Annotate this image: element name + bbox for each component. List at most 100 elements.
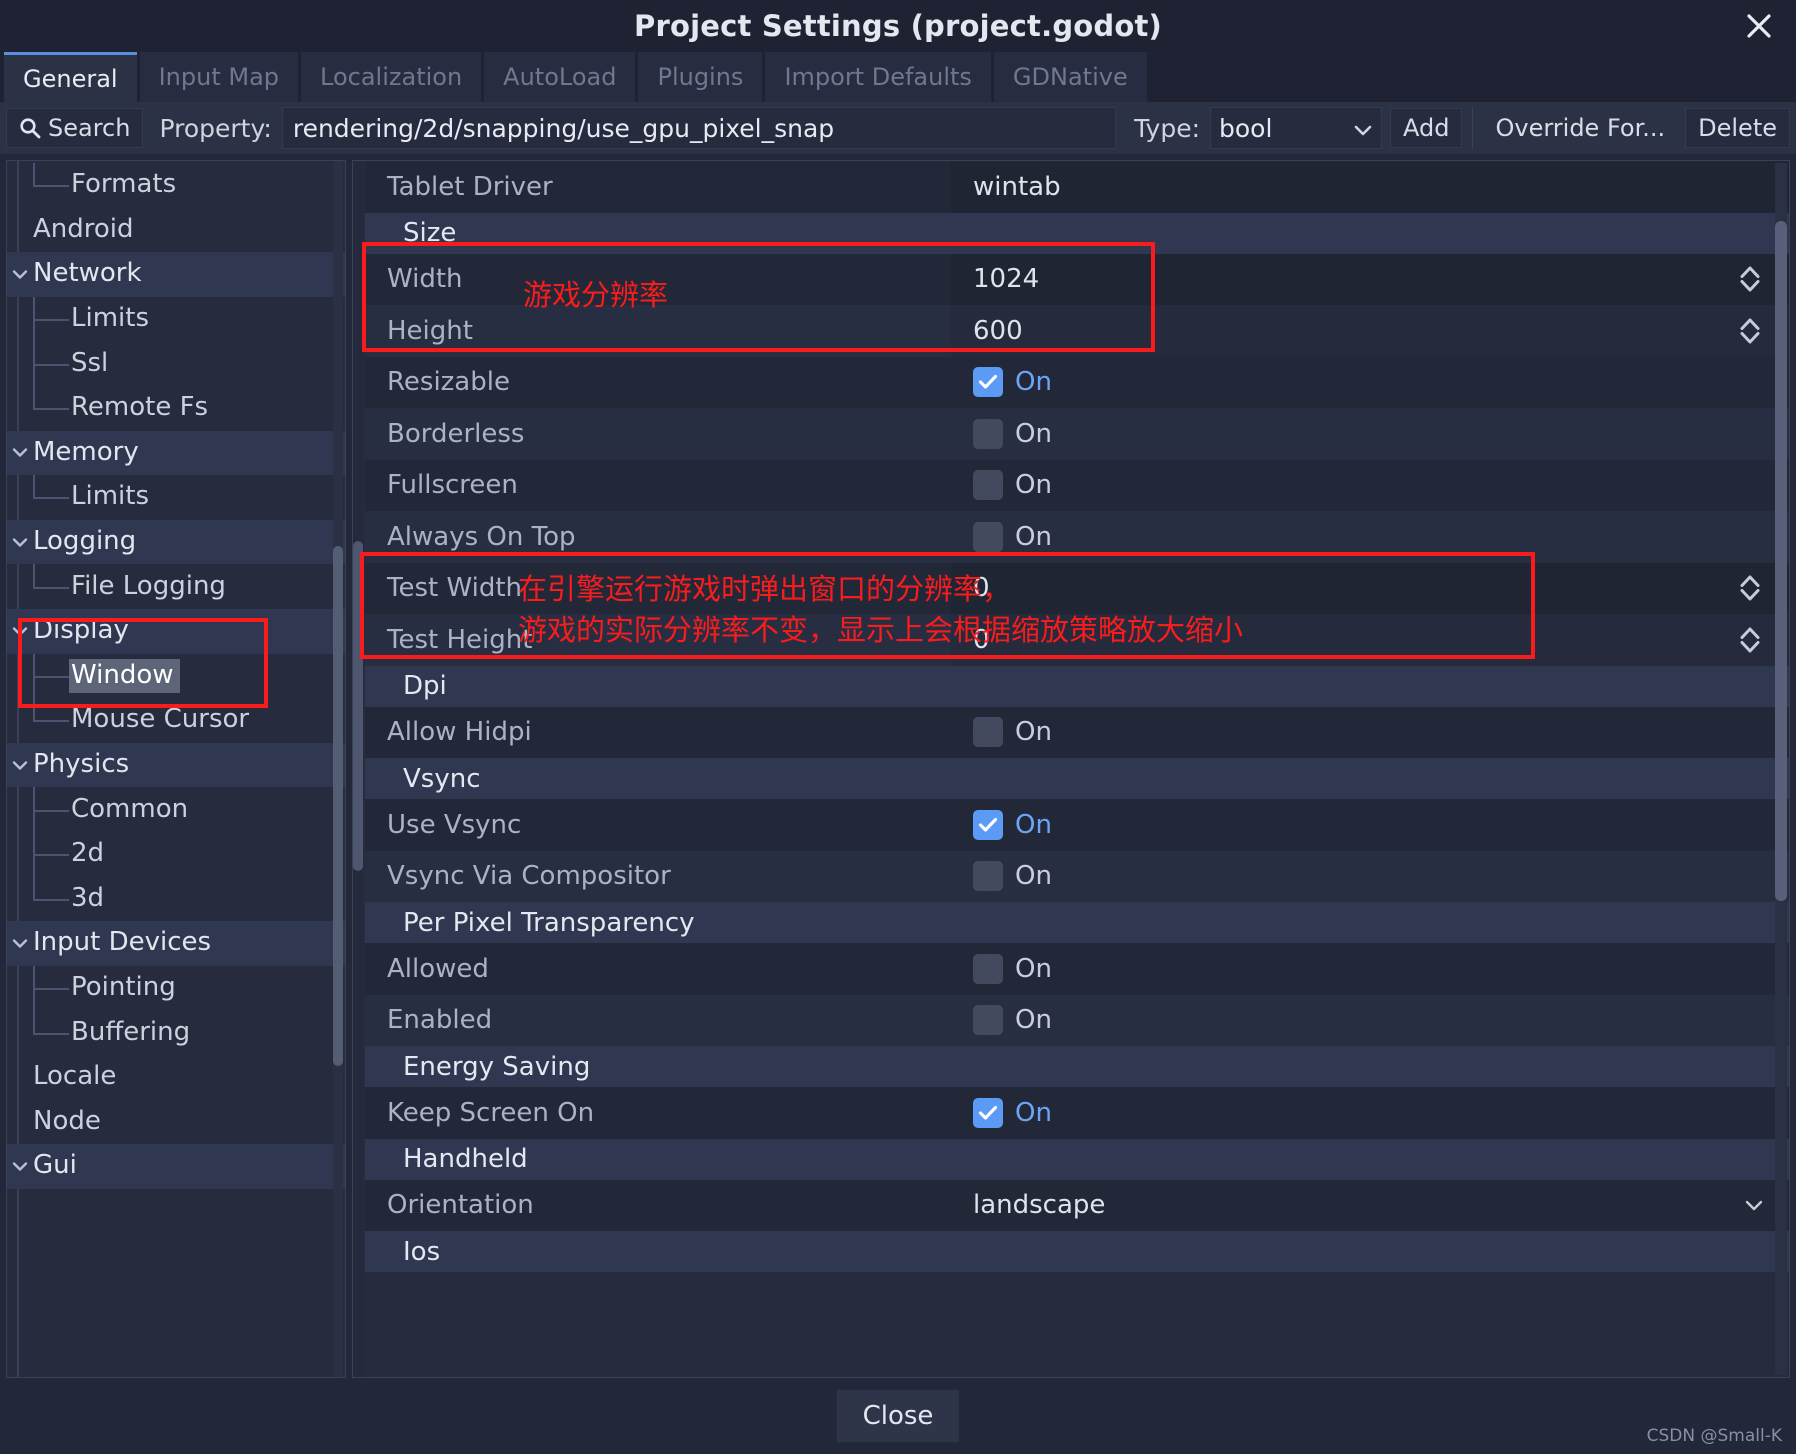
property-inner-scroll-thumb[interactable] — [353, 541, 363, 871]
checkbox-unchecked-icon[interactable] — [973, 953, 1003, 984]
checkbox-unchecked-icon[interactable] — [973, 717, 1003, 748]
property-value-cell[interactable]: landscape — [951, 1179, 1789, 1231]
spinner-updown-icon[interactable] — [1735, 313, 1765, 349]
chevron-down-icon[interactable] — [1743, 1198, 1765, 1212]
property-value-cell[interactable]: 1024 — [951, 253, 1789, 305]
checkbox-unchecked-icon[interactable] — [973, 1005, 1003, 1036]
property-row[interactable]: Enabled On — [365, 994, 1789, 1046]
delete-button[interactable]: Delete — [1685, 108, 1790, 148]
chevron-down-icon[interactable] — [7, 625, 33, 638]
sidebar-item-display[interactable]: Display — [7, 608, 345, 654]
type-select[interactable]: bool — [1210, 107, 1383, 149]
chevron-down-icon[interactable] — [7, 1160, 33, 1173]
chevron-down-icon[interactable] — [7, 937, 33, 950]
sidebar-item-2d[interactable]: 2d — [7, 831, 345, 877]
property-value-cell[interactable]: On — [951, 994, 1789, 1046]
property-row[interactable]: Orientation landscape — [365, 1179, 1789, 1231]
checkbox-unchecked-icon[interactable] — [973, 470, 1003, 501]
tab-localization[interactable]: Localization — [301, 52, 482, 102]
checkbox-unchecked-icon[interactable] — [973, 418, 1003, 449]
property-row[interactable]: Allow Hidpi On — [365, 706, 1789, 758]
spinner-updown-icon[interactable] — [1735, 570, 1765, 606]
property-row[interactable]: Use Vsync On — [365, 799, 1789, 851]
property-value-cell[interactable]: On — [951, 799, 1789, 851]
property-row[interactable]: Test Height 0 — [365, 614, 1789, 666]
sidebar-item-locale[interactable]: Locale — [7, 1055, 345, 1100]
search-button[interactable]: Search — [6, 108, 144, 148]
chevron-down-icon[interactable] — [7, 759, 33, 772]
property-row[interactable]: Tablet Driver wintab — [365, 161, 1789, 213]
tab-input-map[interactable]: Input Map — [139, 52, 299, 102]
tab-import-defaults[interactable]: Import Defaults — [765, 52, 991, 102]
sidebar-scrollbar-thumb[interactable] — [333, 546, 343, 1066]
chevron-down-icon[interactable] — [7, 446, 33, 459]
property-value-cell[interactable]: On — [951, 850, 1789, 902]
property-value-cell[interactable]: On — [951, 943, 1789, 995]
tab-general[interactable]: General — [4, 52, 137, 102]
sidebar-item-window[interactable]: Window — [7, 653, 345, 699]
sidebar-item-mouse-cursor[interactable]: Mouse Cursor — [7, 698, 345, 743]
sidebar-item-buffering[interactable]: Buffering — [7, 1010, 345, 1055]
property-row[interactable]: Height 600 — [365, 305, 1789, 357]
checkbox-checked-icon[interactable] — [973, 809, 1003, 840]
checkbox-checked-icon[interactable] — [973, 367, 1003, 398]
property-value-cell[interactable]: 600 — [951, 305, 1789, 357]
close-x-icon[interactable] — [1742, 9, 1776, 43]
checkbox-unchecked-icon[interactable] — [973, 521, 1003, 552]
override-for-button[interactable]: Override For... — [1483, 108, 1677, 148]
property-list-panel: Tablet Driver wintab Size Width 1024 Height 60… — [352, 160, 1790, 1378]
sidebar-item-3d[interactable]: 3d — [7, 876, 345, 922]
property-value-cell[interactable]: On — [951, 511, 1789, 563]
property-row[interactable]: Width 1024 — [365, 253, 1789, 305]
tab-plugins[interactable]: Plugins — [638, 52, 763, 102]
sidebar-item-physics[interactable]: Physics — [7, 742, 345, 788]
sidebar-item-node[interactable]: Node — [7, 1099, 345, 1144]
property-input[interactable]: rendering/2d/snapping/use_gpu_pixel_snap — [281, 107, 1117, 149]
sidebar-item-memory[interactable]: Memory — [7, 430, 345, 476]
property-row[interactable]: Always On Top On — [365, 511, 1789, 563]
property-value-cell[interactable]: 0 — [951, 614, 1789, 666]
property-value-cell[interactable]: wintab — [951, 161, 1789, 213]
property-row[interactable]: Keep Screen On On — [365, 1087, 1789, 1139]
property-name: Dpi — [403, 671, 447, 701]
property-value-cell[interactable]: On — [951, 356, 1789, 408]
close-button[interactable]: Close — [836, 1390, 960, 1442]
property-row[interactable]: Fullscreen On — [365, 459, 1789, 511]
checkbox-unchecked-icon[interactable] — [973, 861, 1003, 892]
checkbox-checked-icon[interactable] — [973, 1097, 1003, 1128]
property-value-cell[interactable]: On — [951, 1087, 1789, 1139]
tab-autoload[interactable]: AutoLoad — [484, 52, 636, 102]
chevron-down-icon[interactable] — [7, 536, 33, 549]
property-scrollbar-thumb[interactable] — [1775, 221, 1787, 901]
property-row[interactable]: Vsync Via Compositor On — [365, 850, 1789, 902]
property-row[interactable]: Borderless On — [365, 408, 1789, 460]
sidebar-item-formats[interactable]: Formats — [7, 163, 345, 208]
sidebar-item-label: Pointing — [71, 971, 176, 1002]
sidebar-item-network[interactable]: Network — [7, 252, 345, 297]
sidebar-item-input-devices[interactable]: Input Devices — [7, 921, 345, 966]
property-value-cell[interactable]: On — [951, 459, 1789, 511]
property-row[interactable]: Test Width 0 — [365, 562, 1789, 614]
sidebar-item-gui[interactable]: Gui — [7, 1144, 345, 1189]
checkbox-label: On — [1015, 521, 1052, 552]
property-name: Width — [387, 264, 463, 295]
add-button[interactable]: Add — [1390, 108, 1463, 148]
property-value-cell[interactable]: 0 — [951, 562, 1789, 614]
sidebar-item-ssl[interactable]: Ssl — [7, 341, 345, 386]
sidebar-item-logging[interactable]: Logging — [7, 519, 345, 565]
property-row[interactable]: Allowed On — [365, 943, 1789, 995]
tab-gdnative[interactable]: GDNative — [993, 52, 1147, 102]
spinner-updown-icon[interactable] — [1735, 261, 1765, 297]
chevron-down-icon[interactable] — [7, 268, 33, 281]
sidebar-item-limits[interactable]: Limits — [7, 475, 345, 520]
property-value-cell[interactable]: On — [951, 706, 1789, 758]
sidebar-item-pointing[interactable]: Pointing — [7, 965, 345, 1011]
sidebar-item-common[interactable]: Common — [7, 787, 345, 832]
sidebar-item-remote-fs[interactable]: Remote Fs — [7, 385, 345, 431]
sidebar-item-android[interactable]: Android — [7, 208, 345, 253]
property-value-cell[interactable]: On — [951, 408, 1789, 460]
spinner-updown-icon[interactable] — [1735, 622, 1765, 658]
sidebar-item-file-logging[interactable]: File Logging — [7, 564, 345, 609]
sidebar-item-limits[interactable]: Limits — [7, 296, 345, 342]
property-row[interactable]: Resizable On — [365, 356, 1789, 408]
